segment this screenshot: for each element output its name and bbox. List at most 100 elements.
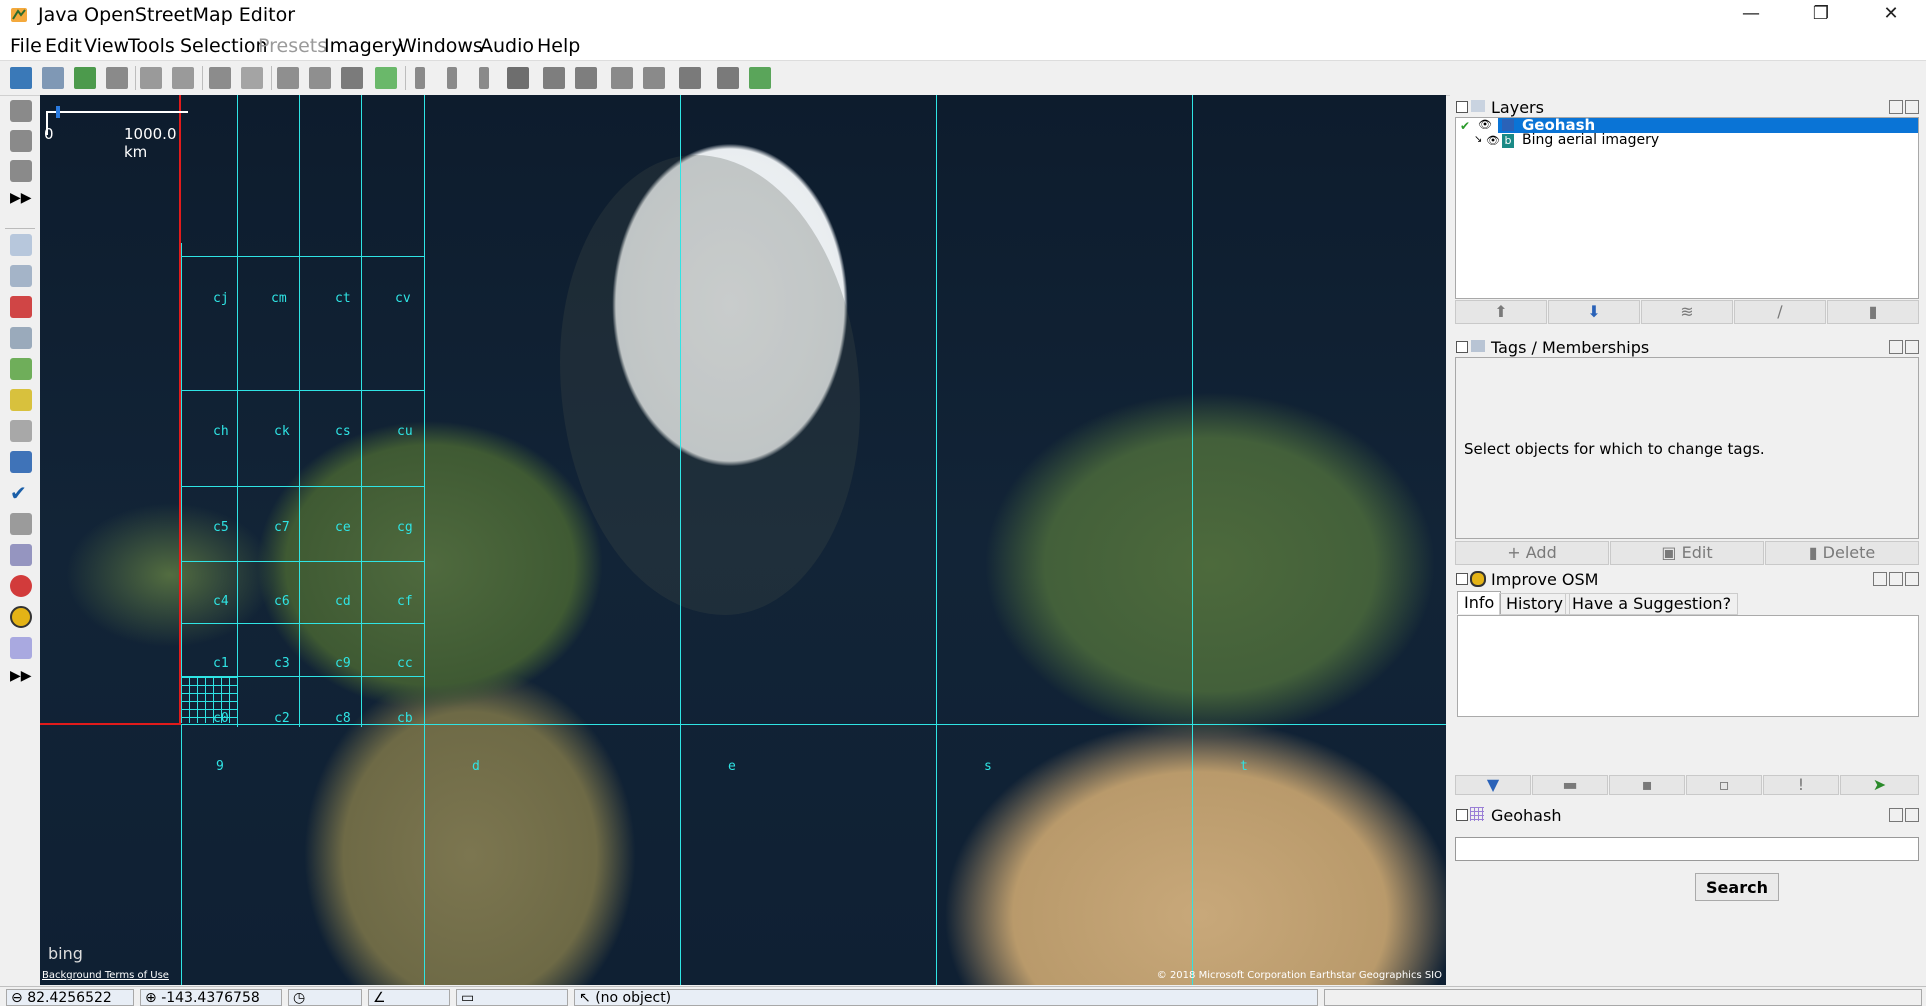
geohash-search-button[interactable]: Search xyxy=(1695,873,1779,901)
panel-window-buttons[interactable] xyxy=(1873,572,1919,586)
hydrant-icon[interactable] xyxy=(643,67,665,89)
tags-toggle-icon[interactable] xyxy=(10,265,32,287)
collapse-icon[interactable] xyxy=(1456,101,1468,113)
tile-icon[interactable] xyxy=(507,67,529,89)
history-icon[interactable] xyxy=(10,358,32,380)
map-view[interactable]: cj cm ct cv ch ck cs cu c5 c7 ce cg c4 c… xyxy=(40,95,1446,985)
conflict-icon[interactable] xyxy=(10,389,32,411)
close-button[interactable]: ✕ xyxy=(1856,0,1926,30)
detach-icon[interactable] xyxy=(1889,100,1903,114)
more-toggles-icon[interactable]: ▶▶ xyxy=(10,668,32,690)
selection-list-icon[interactable] xyxy=(10,327,32,349)
visible-eye-icon[interactable]: 👁 xyxy=(1478,118,1492,131)
layer-row-geohash[interactable]: ✔ 👁 Geohash xyxy=(1456,116,1918,134)
move-down-button[interactable]: ⬇ xyxy=(1548,300,1640,324)
geohash-toggle-icon[interactable] xyxy=(10,606,32,628)
visible-eye-icon[interactable]: 👁 xyxy=(1486,134,1500,147)
relations-toggle-icon[interactable] xyxy=(10,296,32,318)
active-check-icon[interactable]: ✔ xyxy=(1460,119,1470,133)
pin-icon[interactable] xyxy=(415,67,425,89)
redo-icon[interactable] xyxy=(172,67,194,89)
tags-empty-message: Select objects for which to change tags. xyxy=(1464,440,1765,458)
bus2-icon[interactable] xyxy=(575,67,597,89)
bus-icon[interactable] xyxy=(543,67,565,89)
unlock-button[interactable]: ▫ xyxy=(1686,775,1762,795)
notes-icon[interactable] xyxy=(10,544,32,566)
menu-file[interactable]: File xyxy=(10,35,42,57)
menu-view[interactable]: View xyxy=(84,35,129,57)
zoom-to-data-icon[interactable] xyxy=(375,67,397,89)
tab-history[interactable]: History xyxy=(1499,593,1570,615)
pin2-icon[interactable] xyxy=(447,67,457,89)
alert-button[interactable]: ! xyxy=(1763,775,1839,795)
filter-icon[interactable] xyxy=(10,420,32,442)
parking-icon[interactable] xyxy=(611,67,633,89)
menu-tools[interactable]: Tools xyxy=(128,35,175,57)
panel-window-buttons[interactable] xyxy=(1889,100,1919,114)
upload-icon[interactable] xyxy=(106,67,128,89)
menu-presets[interactable]: Presets xyxy=(258,35,327,57)
detach-icon[interactable] xyxy=(1889,340,1903,354)
delete-tag-button[interactable]: ▮ Delete xyxy=(1765,541,1919,565)
scale-handle[interactable] xyxy=(56,106,60,118)
tab-info[interactable]: Info xyxy=(1457,591,1502,614)
close-panel-icon[interactable] xyxy=(1905,340,1919,354)
menu-audio[interactable]: Audio xyxy=(480,35,534,57)
undo-icon[interactable] xyxy=(140,67,162,89)
castle-icon[interactable] xyxy=(679,67,701,89)
more-tools-icon[interactable]: ▶▶ xyxy=(10,190,32,212)
detach-icon[interactable] xyxy=(1889,572,1903,586)
menu-help[interactable]: Help xyxy=(537,35,580,57)
close-panel-icon[interactable] xyxy=(1905,100,1919,114)
info-icon[interactable] xyxy=(241,67,263,89)
collapse-icon[interactable] xyxy=(1456,809,1468,821)
layer-row-bing[interactable]: ↘ 👁 b Bing aerial imagery xyxy=(1456,132,1918,149)
restore-button[interactable]: ❐ xyxy=(1786,0,1856,30)
menu-edit[interactable]: Edit xyxy=(45,35,82,57)
menu-selection[interactable]: Selection xyxy=(180,35,268,57)
save-icon[interactable] xyxy=(74,67,96,89)
menu-windows[interactable]: Windows xyxy=(398,35,483,57)
improve-osm-icon[interactable] xyxy=(10,575,32,597)
changeset-icon[interactable]: ✔ xyxy=(10,482,32,504)
collapse-icon[interactable] xyxy=(1456,573,1468,585)
merge-layer-button[interactable]: ≋ xyxy=(1641,300,1733,324)
menu-imagery[interactable]: Imagery xyxy=(324,35,403,57)
pin3-icon[interactable] xyxy=(479,67,489,89)
preferences-icon[interactable] xyxy=(209,67,231,89)
factory-icon[interactable] xyxy=(717,67,739,89)
add-tag-button[interactable]: + Add xyxy=(1455,541,1609,565)
layer-properties-button[interactable]: ∕ xyxy=(1734,300,1826,324)
comment-button[interactable]: ▬ xyxy=(1532,775,1608,795)
detach-icon[interactable] xyxy=(1889,808,1903,822)
validation-icon[interactable] xyxy=(10,451,32,473)
tab-suggestion[interactable]: Have a Suggestion? xyxy=(1565,593,1739,615)
edit-tag-button[interactable]: ▣ Edit xyxy=(1610,541,1764,565)
open-icon[interactable] xyxy=(10,67,32,89)
improve-way-tool-icon[interactable] xyxy=(10,160,32,182)
geohash-icon[interactable] xyxy=(10,637,32,659)
close-panel-icon[interactable] xyxy=(1905,808,1919,822)
layers-toggle-icon[interactable] xyxy=(10,234,32,256)
open-location-icon[interactable] xyxy=(42,67,64,89)
settings-icon[interactable] xyxy=(1873,572,1887,586)
panel-window-buttons[interactable] xyxy=(1889,340,1919,354)
split-icon[interactable] xyxy=(309,67,331,89)
delete-layer-button[interactable]: ▮ xyxy=(1827,300,1919,324)
draw-tool-icon[interactable] xyxy=(10,130,32,152)
geohash-search-input[interactable] xyxy=(1455,837,1919,861)
filter-button[interactable]: ▼ xyxy=(1455,775,1531,795)
map-paint-icon[interactable] xyxy=(10,513,32,535)
collapse-icon[interactable] xyxy=(1456,341,1468,353)
lock-button[interactable]: ▪ xyxy=(1609,775,1685,795)
refresh-icon[interactable] xyxy=(341,67,363,89)
close-panel-icon[interactable] xyxy=(1905,572,1919,586)
background-terms-link[interactable]: Background Terms of Use xyxy=(42,970,169,981)
download-data-icon[interactable] xyxy=(749,67,771,89)
merge-icon[interactable] xyxy=(277,67,299,89)
locate-button[interactable]: ➤ xyxy=(1840,775,1919,795)
minimize-button[interactable]: — xyxy=(1716,0,1786,30)
move-up-button[interactable]: ⬆ xyxy=(1455,300,1547,324)
panel-window-buttons[interactable] xyxy=(1889,808,1919,822)
select-tool-icon[interactable] xyxy=(10,100,32,122)
